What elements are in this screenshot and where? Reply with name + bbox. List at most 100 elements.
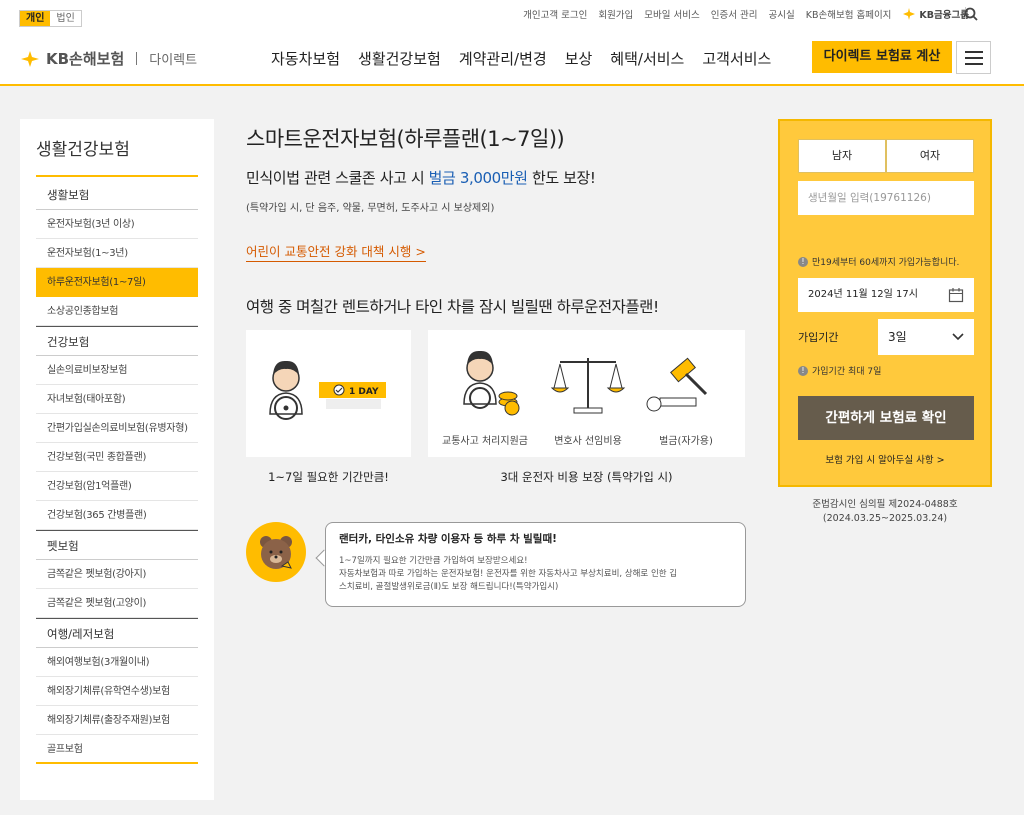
bubble-line: 스치료비, 골절발생위로금(Ⅱ)도 보장 해드립니다!(특약가입시) bbox=[339, 582, 559, 592]
notice-link[interactable]: 보험 가입 시 알아두실 사항 > bbox=[780, 452, 990, 466]
hamburger-line bbox=[965, 63, 983, 65]
hamburger-menu-button[interactable] bbox=[956, 41, 991, 74]
start-date-field[interactable]: 2024년 11월 12일 17시 bbox=[798, 278, 974, 312]
gender-toggle: 남자 여자 bbox=[798, 139, 974, 173]
sidebar: 생활건강보험 생활보험 운전자보험(3년 이상) 운전자보험(1~3년) 하루운… bbox=[20, 119, 214, 800]
female-button[interactable]: 여자 bbox=[886, 139, 974, 173]
sidebar-item[interactable]: 실손의료비보장보험 bbox=[36, 356, 198, 385]
info-icon: ! bbox=[798, 365, 808, 376]
logo[interactable]: KB손해보험 다이렉트 bbox=[20, 48, 197, 69]
sidebar-item[interactable]: 골프보험 bbox=[36, 735, 198, 764]
sidebar-item[interactable]: 건강보험(365 간병플랜) bbox=[36, 501, 198, 530]
nav-life-health[interactable]: 생활건강보험 bbox=[358, 48, 441, 69]
global-nav: KB손해보험 다이렉트 자동차보험 생활건강보험 계약관리/변경 보상 혜택/서… bbox=[0, 30, 1024, 86]
sidebar-item[interactable]: 해외장기체류(유학연수생)보험 bbox=[36, 677, 198, 706]
bear-mascot bbox=[246, 522, 306, 582]
kb-group-link[interactable]: KB금융그룹 bbox=[902, 7, 969, 21]
gavel-icon bbox=[646, 357, 708, 412]
bubble-title: 랜터카, 타인소유 차량 이용자 등 하루 차 빌릴때! bbox=[339, 533, 557, 545]
sidebar-item[interactable]: 해외여행보험(3개월이내) bbox=[36, 648, 198, 677]
customer-type-toggle: 개인 법인 bbox=[19, 10, 82, 27]
sidebar-item[interactable]: 간편가입실손의료비보험(유병자형) bbox=[36, 414, 198, 443]
sidebar-item[interactable]: 해외장기체류(출장주재원)보험 bbox=[36, 706, 198, 735]
driver-1day-illustration: 1 DAY bbox=[269, 360, 386, 420]
icon-label: 벌금(자가용) bbox=[659, 436, 713, 447]
nav-contract[interactable]: 계약관리/변경 bbox=[459, 48, 547, 69]
sidebar-item[interactable]: 소상공인종합보험 bbox=[36, 297, 198, 326]
approval-number: 준법감시인 심의필 제2024-0488호 bbox=[812, 499, 958, 510]
segment-personal[interactable]: 개인 bbox=[20, 11, 51, 26]
sidebar-item[interactable]: 자녀보험(태아포함) bbox=[36, 385, 198, 414]
age-note-text: 만19세부터 60세까지 가입가능합니다. bbox=[812, 258, 960, 268]
period-card: 1 DAY bbox=[246, 330, 411, 457]
calendar-icon[interactable] bbox=[948, 287, 964, 303]
logo-divider bbox=[136, 52, 138, 65]
utility-bar: 개인 법인 개인고객 로그인 회원가입 모바일 서비스 인증서 관리 공시실 K… bbox=[0, 0, 1024, 30]
disclosure-link[interactable]: 공시실 bbox=[769, 7, 795, 21]
approval-period: (2024.03.25~2025.03.24) bbox=[822, 513, 948, 524]
icon-label: 변호사 선임비용 bbox=[554, 436, 622, 447]
sidebar-item[interactable]: 건강보험(국민 종합플랜) bbox=[36, 443, 198, 472]
mobile-service-link[interactable]: 모바일 서비스 bbox=[644, 7, 699, 21]
icon-label: 교통사고 처리지원금 bbox=[442, 436, 528, 447]
bubble-line: 1~7일까지 필요한 기간만큼 가입하여 보장받으세요! bbox=[339, 556, 528, 566]
birthdate-input[interactable]: 생년월일 입력(19761126) bbox=[798, 181, 974, 215]
period-select[interactable]: 3일 bbox=[878, 319, 974, 355]
card2-caption: 3대 운전자 비용 보장 (특약가입 시) bbox=[500, 470, 673, 484]
hamburger-line bbox=[965, 51, 983, 53]
nav-car[interactable]: 자동차보험 bbox=[271, 48, 340, 69]
period-label: 가입기간 bbox=[798, 331, 839, 344]
main-menu: 자동차보험 생활건강보험 계약관리/변경 보상 혜택/서비스 고객서비스 bbox=[271, 48, 771, 69]
headline-highlight: 벌금 3,000만원 bbox=[428, 169, 528, 187]
sidebar-group-travel[interactable]: 여행/레저보험 bbox=[36, 618, 198, 648]
sidebar-group-life[interactable]: 생활보험 bbox=[36, 180, 198, 210]
kb-star-icon bbox=[903, 8, 916, 20]
kb-logo-icon bbox=[21, 50, 39, 67]
sidebar-item[interactable]: 금쪽같은 펫보험(고양이) bbox=[36, 589, 198, 618]
login-link[interactable]: 개인고객 로그인 bbox=[523, 7, 587, 21]
signup-link[interactable]: 회원가입 bbox=[598, 7, 633, 21]
homepage-link[interactable]: KB손해보험 홈페이지 bbox=[806, 7, 892, 21]
logo-sub: 다이렉트 bbox=[149, 53, 198, 68]
male-button[interactable]: 남자 bbox=[798, 139, 886, 173]
sidebar-group-health[interactable]: 건강보험 bbox=[36, 326, 198, 356]
period-note-text: 가입기간 최대 7일 bbox=[812, 367, 882, 377]
hamburger-line bbox=[965, 57, 983, 59]
exclusion-note: (특약가입 시, 단 음주, 약물, 무면허, 도주사고 시 보상제외) bbox=[246, 203, 495, 214]
sidebar-title: 생활건강보험 bbox=[36, 119, 198, 177]
sidebar-item[interactable]: 금쪽같은 펫보험(강아지) bbox=[36, 560, 198, 589]
logo-brand: KB손해보험 bbox=[46, 50, 125, 68]
headline-pre: 민식이법 관련 스쿨존 사고 시 bbox=[246, 169, 429, 187]
speech-bubble: 랜터카, 타인소유 차량 이용자 등 하루 차 빌릴때! 1~7일까지 필요한 … bbox=[325, 522, 746, 607]
age-note: ! 만19세부터 60세까지 가입가능합니다. bbox=[798, 255, 959, 268]
nav-benefits[interactable]: 혜택/서비스 bbox=[610, 48, 684, 69]
one-day-badge: 1 DAY bbox=[349, 387, 379, 397]
period-note: ! 가입기간 최대 7일 bbox=[798, 364, 881, 377]
section-heading: 여행 중 며칠간 렌트하거나 타인 차를 잠시 빌릴땐 하루운전자플랜! bbox=[246, 298, 659, 316]
headline-post: 한도 보장! bbox=[527, 169, 596, 187]
school-zone-link[interactable]: 어린이 교통안전 강화 대책 시행 > bbox=[246, 241, 426, 262]
kb-group-label: KB금융그룹 bbox=[919, 10, 969, 21]
coverage-card: 교통사고 처리지원금 변호사 선임비용 벌금(자가용) bbox=[428, 330, 745, 457]
sidebar-item[interactable]: 운전자보험(1~3년) bbox=[36, 239, 198, 268]
utility-links: 개인고객 로그인 회원가입 모바일 서비스 인증서 관리 공시실 KB손해보험 … bbox=[523, 7, 969, 21]
period-value: 3일 bbox=[888, 330, 907, 344]
start-date-value: 2024년 11월 12일 17시 bbox=[808, 289, 918, 300]
nav-claims[interactable]: 보상 bbox=[565, 48, 593, 69]
segment-corporate[interactable]: 법인 bbox=[50, 11, 80, 26]
nav-customer[interactable]: 고객서비스 bbox=[702, 48, 771, 69]
chevron-down-icon bbox=[952, 333, 964, 341]
check-premium-button[interactable]: 간편하게 보험료 확인 bbox=[798, 396, 974, 440]
page-title: 스마트운전자보험(하루플랜(1~7일)) bbox=[246, 127, 565, 151]
search-icon[interactable] bbox=[963, 6, 979, 22]
direct-quote-button[interactable]: 다이렉트 보험료 계산 bbox=[812, 41, 952, 73]
bubble-body: 1~7일까지 필요한 기간만큼 가입하여 보장받으세요! 자동차보험과 따로 가… bbox=[339, 555, 732, 594]
bear-icon bbox=[260, 536, 292, 569]
quote-calculator: 남자 여자 생년월일 입력(19761126) ! 만19세부터 60세까지 가… bbox=[778, 119, 992, 487]
sidebar-item[interactable]: 운전자보험(3년 이상) bbox=[36, 210, 198, 239]
sidebar-item[interactable]: 건강보험(암1억플랜) bbox=[36, 472, 198, 501]
sidebar-group-pet[interactable]: 펫보험 bbox=[36, 530, 198, 560]
sidebar-item-active[interactable]: 하루운전자보험(1~7일) bbox=[36, 268, 198, 297]
scale-icon bbox=[550, 358, 626, 414]
certificate-link[interactable]: 인증서 관리 bbox=[711, 7, 758, 21]
